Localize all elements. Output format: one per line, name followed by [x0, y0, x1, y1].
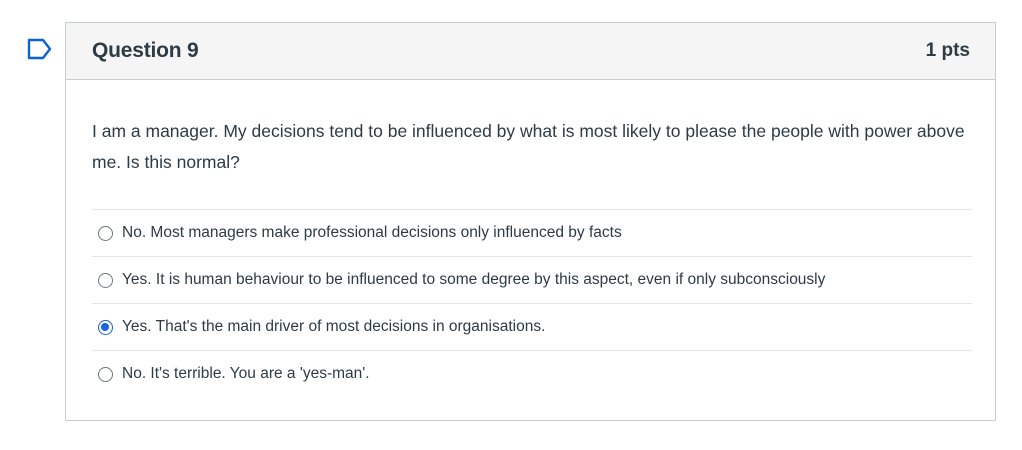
answer-label-4: No. It's terrible. You are a 'yes-man'.	[122, 365, 370, 382]
question-header: Question 9 1 pts	[66, 23, 995, 80]
answer-label-1: No. Most managers make professional deci…	[122, 224, 622, 241]
answer-radio-2[interactable]	[98, 272, 113, 288]
question-body: I am a manager. My decisions tend to be …	[66, 80, 995, 397]
answer-option-4[interactable]: No. It's terrible. You are a 'yes-man'.	[92, 350, 972, 397]
answer-option-1[interactable]: No. Most managers make professional deci…	[92, 209, 972, 256]
answer-list: No. Most managers make professional deci…	[92, 209, 972, 397]
answer-label-3: Yes. That's the main driver of most deci…	[122, 318, 546, 335]
question-card: Question 9 1 pts I am a manager. My deci…	[65, 22, 996, 421]
question-title: Question 9	[92, 39, 199, 62]
bookmark-flag-icon	[27, 38, 52, 60]
question-points: 1 pts	[925, 40, 970, 61]
answer-radio-1[interactable]	[98, 225, 113, 241]
answer-radio-3[interactable]	[98, 319, 113, 335]
flag-question-icon[interactable]	[27, 38, 53, 60]
answer-radio-4[interactable]	[98, 366, 113, 382]
answer-option-2[interactable]: Yes. It is human behaviour to be influen…	[92, 256, 972, 303]
answer-option-3[interactable]: Yes. That's the main driver of most deci…	[92, 303, 972, 350]
answer-label-2: Yes. It is human behaviour to be influen…	[122, 271, 826, 288]
quiz-page: Question 9 1 pts I am a manager. My deci…	[0, 0, 1022, 450]
question-text: I am a manager. My decisions tend to be …	[92, 121, 965, 172]
